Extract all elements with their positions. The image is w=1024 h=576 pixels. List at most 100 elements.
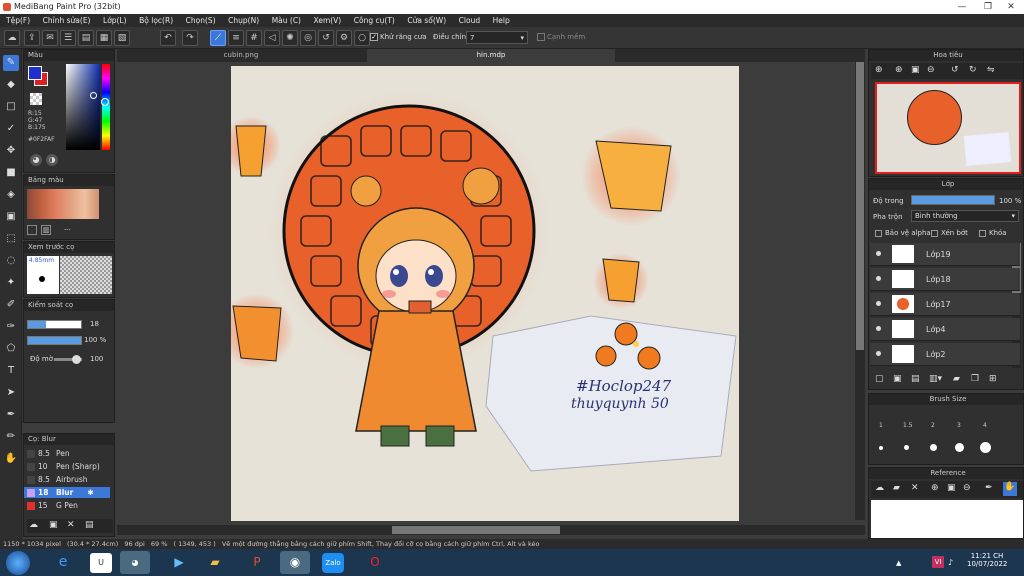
file-explorer-icon[interactable]: ▰: [200, 551, 230, 574]
antialias-checkbox[interactable]: ✓: [370, 33, 378, 41]
divide-tool-icon[interactable]: ⬠: [3, 341, 19, 357]
layer-opacity-slider[interactable]: [911, 195, 995, 205]
brush-item-selected[interactable]: 18 Blur ✱: [24, 487, 110, 498]
cloud-brush-icon[interactable]: ☁: [29, 520, 38, 530]
menu-snap[interactable]: Chụp(N): [228, 16, 259, 25]
menu-window[interactable]: Cửa sổ(W): [407, 16, 446, 25]
zoom-in-alt-icon[interactable]: ⊕: [895, 65, 903, 75]
hue-slider[interactable]: [101, 64, 110, 150]
start-button[interactable]: [6, 551, 30, 575]
menu-color[interactable]: Màu (C): [272, 16, 301, 25]
correction-select[interactable]: 7 ▾: [466, 31, 528, 44]
brush-dot[interactable]: [955, 443, 964, 452]
fill-rect-icon[interactable]: ■: [3, 165, 19, 181]
horizontal-scroll-thumb[interactable]: [392, 526, 560, 534]
hand-tool-icon[interactable]: ✋: [3, 451, 19, 467]
grid-icon[interactable]: ▧: [114, 30, 130, 46]
text-tool-icon[interactable]: T: [3, 363, 19, 379]
opera-icon[interactable]: O: [360, 551, 390, 574]
menu-cloud[interactable]: Cloud: [459, 16, 480, 25]
tab-cubin[interactable]: cubin.png: [117, 49, 365, 62]
menu-select[interactable]: Chọn(S): [186, 16, 216, 25]
vanishing-icon[interactable]: ◁: [264, 30, 280, 46]
clipping-checkbox[interactable]: [931, 230, 938, 237]
fit-ref-icon[interactable]: ▣: [947, 483, 956, 493]
brush-dot[interactable]: [980, 442, 991, 453]
grid-ruler-icon[interactable]: #: [246, 30, 262, 46]
new-halftone-layer-icon[interactable]: ▣: [893, 374, 902, 384]
volume-icon[interactable]: ♪: [948, 558, 953, 567]
blur-slider[interactable]: [54, 355, 82, 364]
brush-size-4[interactable]: 4: [983, 422, 987, 429]
folder-icon[interactable]: ▰: [953, 374, 960, 384]
brush-size-slider[interactable]: [27, 320, 82, 329]
layer-row[interactable]: Lớp2: [870, 343, 1020, 366]
brush-item[interactable]: 8.5 Pen: [24, 448, 110, 459]
brush-opacity-slider[interactable]: [27, 336, 82, 345]
internet-explorer-icon[interactable]: e: [48, 551, 78, 574]
vertical-scrollbar[interactable]: [855, 62, 865, 520]
open-ref-icon[interactable]: ▰: [893, 483, 900, 493]
menu-view[interactable]: Xem(V): [314, 16, 342, 25]
cloud-ref-icon[interactable]: ☁: [875, 483, 884, 493]
eraser-tool-icon[interactable]: ◆: [3, 77, 19, 93]
menu-help[interactable]: Help: [493, 16, 510, 25]
brush-item[interactable]: 10 Pen (Sharp): [24, 461, 110, 472]
upload-icon[interactable]: ⇪: [24, 30, 40, 46]
add-swatch-icon[interactable]: [27, 225, 37, 235]
rect-tool-icon[interactable]: □: [3, 99, 19, 115]
circle-icon[interactable]: ○: [354, 30, 370, 46]
rotate-left-icon[interactable]: ↺: [951, 65, 959, 75]
chrome-icon[interactable]: ◉: [280, 551, 310, 574]
reference-area[interactable]: [871, 500, 1023, 538]
parallel-ruler-icon[interactable]: ≡: [228, 30, 244, 46]
palette-alt-icon[interactable]: ◑: [46, 154, 58, 166]
zoom-app-icon[interactable]: ▶: [164, 551, 194, 574]
zoom-in-ref-icon[interactable]: ⊕: [931, 483, 939, 493]
menu-edit[interactable]: Chỉnh sửa(E): [43, 16, 91, 25]
brush-size-1-5[interactable]: 1.5: [903, 422, 913, 429]
concentric-icon[interactable]: ◎: [300, 30, 316, 46]
eye-icon[interactable]: [876, 326, 881, 331]
brush-dot[interactable]: [904, 445, 909, 450]
redo-icon[interactable]: ↷: [182, 30, 198, 46]
tray-lang[interactable]: VI: [932, 556, 944, 568]
bucket-tool-icon[interactable]: ◈: [3, 187, 19, 203]
ruler-straight-icon[interactable]: ⟋: [210, 30, 226, 46]
comment-icon[interactable]: ☰: [60, 30, 76, 46]
medibang-icon[interactable]: ◕: [120, 551, 150, 574]
brush-size-1[interactable]: 1: [879, 422, 883, 429]
merge-layer-icon[interactable]: ⊞: [989, 374, 997, 384]
brush-settings-icon[interactable]: ▤: [85, 520, 94, 530]
tray-chevron-icon[interactable]: ▲: [896, 559, 901, 567]
brush-item[interactable]: 15 G Pen: [24, 500, 110, 511]
duplicate-layer-icon[interactable]: ❐: [971, 374, 979, 384]
rotate-right-icon[interactable]: ↻: [969, 65, 977, 75]
eyedropper-ref-icon[interactable]: ✒: [985, 483, 993, 493]
transparent-color[interactable]: [30, 93, 42, 105]
settings-icon[interactable]: ⚙: [336, 30, 352, 46]
delete-brush-icon[interactable]: ✕: [67, 520, 75, 530]
select-pen-icon[interactable]: ✐: [3, 297, 19, 313]
protect-alpha-checkbox[interactable]: [875, 230, 882, 237]
add-brush-icon[interactable]: ▣: [49, 520, 58, 530]
layer-row[interactable]: Lớp18: [870, 268, 1020, 291]
menu-layer[interactable]: Lớp(L): [103, 16, 127, 25]
lock-checkbox[interactable]: [979, 230, 986, 237]
blend-select[interactable]: Bình thường ▾: [911, 210, 1019, 222]
brush-size-2[interactable]: 2: [931, 422, 935, 429]
layer-row[interactable]: Lớp17: [870, 293, 1020, 316]
vertical-scroll-thumb[interactable]: [856, 62, 864, 350]
lasso-tool-icon[interactable]: ◌: [3, 253, 19, 269]
zalo-icon[interactable]: Zalo: [322, 553, 344, 573]
horizontal-scrollbar[interactable]: [117, 525, 865, 535]
brush-item[interactable]: 8.5 Airbrush: [24, 474, 110, 485]
select-tool-icon[interactable]: ⬚: [3, 231, 19, 247]
magic-wand-icon[interactable]: ✦: [3, 275, 19, 291]
select-eraser-icon[interactable]: ✑: [3, 319, 19, 335]
list-icon[interactable]: ▦: [96, 30, 112, 46]
layer-row[interactable]: Lớp19: [870, 243, 1020, 266]
close-ref-icon[interactable]: ✕: [911, 483, 919, 493]
saturation-value-picker[interactable]: [66, 64, 100, 150]
eye-icon[interactable]: [876, 276, 881, 281]
